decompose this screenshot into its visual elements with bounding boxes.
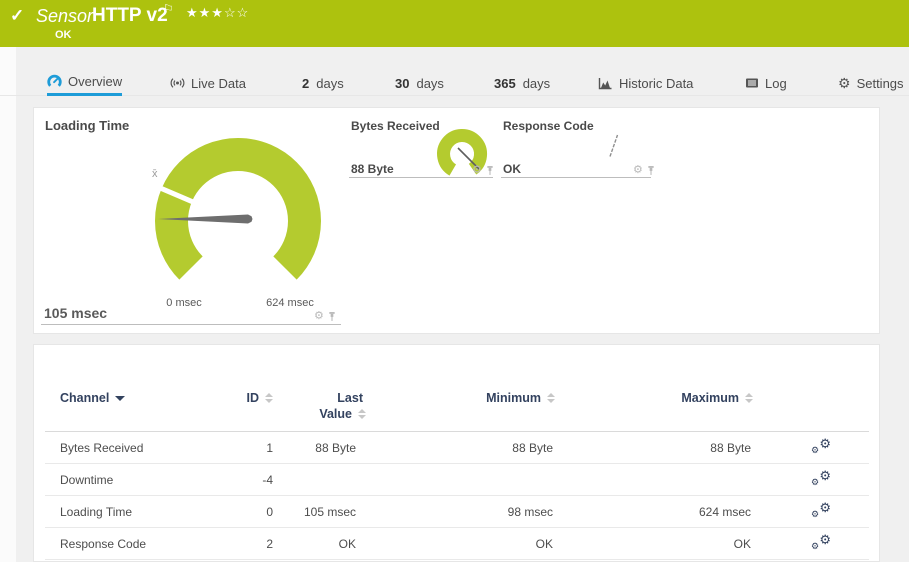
tab-number: 2 — [302, 76, 309, 91]
channel-minimum: OK — [423, 537, 553, 551]
priority-stars[interactable]: ★★★☆☆ — [186, 5, 249, 21]
tab-30-days[interactable]: 30 days — [395, 70, 444, 96]
column-header-channel[interactable]: Channel — [60, 391, 125, 405]
sensor-kind-label: Sensor — [36, 6, 93, 27]
column-header-minimum[interactable]: Minimum — [425, 391, 555, 405]
channel-name: Loading Time — [60, 505, 132, 519]
tab-label: Historic Data — [619, 76, 693, 91]
flag-icon[interactable]: ⚐ — [163, 2, 174, 16]
channel-id: -4 — [173, 473, 273, 487]
bytes-received-value: 88 Byte — [351, 162, 394, 176]
tab-2-days[interactable]: 2 days — [302, 70, 344, 96]
tab-label: days — [523, 76, 550, 91]
sort-icon — [358, 409, 366, 421]
channel-minimum: 98 msec — [423, 505, 553, 519]
response-code-value: OK — [503, 162, 521, 176]
status-check-icon: ✓ — [10, 6, 24, 26]
tab-label: Live Data — [191, 76, 246, 91]
column-label: Last — [266, 391, 366, 405]
historic-chart-icon — [598, 77, 613, 90]
tab-number: 365 — [494, 76, 516, 91]
channels-table-panel: Channel ID Last Value Minimum Maximum By… — [33, 344, 880, 562]
column-label: Maximum — [681, 391, 739, 405]
column-label: Value — [319, 407, 352, 421]
channel-minimum: 88 Byte — [423, 441, 553, 455]
gear-icon[interactable]: ⚙ — [633, 165, 643, 176]
channel-name: Bytes Received — [60, 441, 143, 455]
pin-icon[interactable] — [328, 311, 336, 322]
loading-time-scale-max: 624 msec — [260, 297, 320, 309]
tab-label: Settings — [857, 76, 904, 91]
column-header-id[interactable]: ID — [173, 391, 273, 405]
tab-label: days — [416, 76, 443, 91]
tab-365-days[interactable]: 365 days — [494, 70, 550, 96]
table-row: Bytes Received 1 88 Byte 88 Byte 88 Byte… — [45, 432, 869, 464]
channel-name: Response Code — [60, 537, 146, 551]
channel-settings-button[interactable]: ⚙⚙ — [811, 438, 837, 458]
gear-icon[interactable]: ⚙ — [472, 165, 482, 176]
mean-marker-label: x̄ — [152, 168, 158, 180]
pin-icon[interactable] — [486, 165, 494, 176]
sort-icon — [547, 393, 555, 403]
loading-time-gauge-arc — [172, 154, 305, 268]
response-code-gauge-actions[interactable]: ⚙ — [633, 165, 655, 176]
channel-settings-button[interactable]: ⚙⚙ — [811, 502, 837, 522]
response-code-gauge-needle — [610, 135, 618, 157]
gear-icon[interactable]: ⚙ — [314, 311, 324, 322]
left-margin — [0, 47, 16, 562]
loading-time-gauge-actions[interactable]: ⚙ — [314, 311, 336, 322]
tab-historic-data[interactable]: Historic Data — [598, 70, 693, 96]
tab-label: days — [316, 76, 343, 91]
tab-label: Log — [765, 76, 787, 91]
loading-time-value: 105 msec — [44, 305, 107, 321]
column-label: ID — [247, 391, 260, 405]
sensor-header: ✓ Sensor HTTP v2 ⚐ ★★★☆☆ OK — [0, 0, 909, 47]
sensor-status-badge: OK — [55, 29, 72, 41]
column-label: Minimum — [486, 391, 541, 405]
channel-maximum: 88 Byte — [621, 441, 751, 455]
tab-number: 30 — [395, 76, 409, 91]
live-data-icon — [170, 76, 185, 90]
column-header-maximum[interactable]: Maximum — [623, 391, 753, 405]
gauge-icon — [47, 74, 62, 89]
channel-settings-button[interactable]: ⚙⚙ — [811, 470, 837, 490]
channel-name: Downtime — [60, 473, 113, 487]
log-icon — [745, 77, 759, 89]
gears-icon: ⚙⚙ — [811, 502, 831, 520]
gear-icon: ⚙ — [838, 75, 851, 92]
gears-icon: ⚙⚙ — [811, 470, 831, 488]
loading-time-title: Loading Time — [45, 118, 129, 133]
bytes-received-gauge-actions[interactable]: ⚙ — [472, 165, 494, 176]
gauges-panel: Loading Time x̄ 0 msec 624 msec 105 msec… — [33, 107, 880, 334]
column-label: Channel — [60, 391, 109, 405]
table-row: Response Code 2 OK OK OK ⚙⚙ — [45, 528, 869, 560]
table-row: Downtime -4 ⚙⚙ — [45, 464, 869, 496]
tab-settings[interactable]: ⚙ Settings — [838, 70, 904, 96]
loading-time-scale-min: 0 msec — [162, 297, 206, 309]
tab-label: Overview — [68, 74, 122, 89]
response-code-title: Response Code — [503, 119, 594, 133]
channel-maximum: 624 msec — [621, 505, 751, 519]
sensor-title: HTTP v2 — [92, 5, 168, 27]
channel-last-value: OK — [236, 537, 356, 551]
sort-icon — [745, 393, 753, 403]
tab-log[interactable]: Log — [745, 70, 787, 96]
tab-live-data[interactable]: Live Data — [170, 70, 246, 96]
channel-settings-button[interactable]: ⚙⚙ — [811, 534, 837, 554]
sort-desc-icon — [115, 396, 125, 401]
channel-last-value: 88 Byte — [236, 441, 356, 455]
bytes-received-title: Bytes Received — [351, 119, 440, 133]
gears-icon: ⚙⚙ — [811, 438, 831, 456]
pin-icon[interactable] — [647, 165, 655, 176]
channel-maximum: OK — [621, 537, 751, 551]
gears-icon: ⚙⚙ — [811, 534, 831, 552]
tab-overview[interactable]: Overview — [47, 70, 122, 96]
column-header-last-value[interactable]: Last Value — [266, 391, 366, 421]
channel-last-value: 105 msec — [236, 505, 356, 519]
table-row: Loading Time 0 105 msec 98 msec 624 msec… — [45, 496, 869, 528]
